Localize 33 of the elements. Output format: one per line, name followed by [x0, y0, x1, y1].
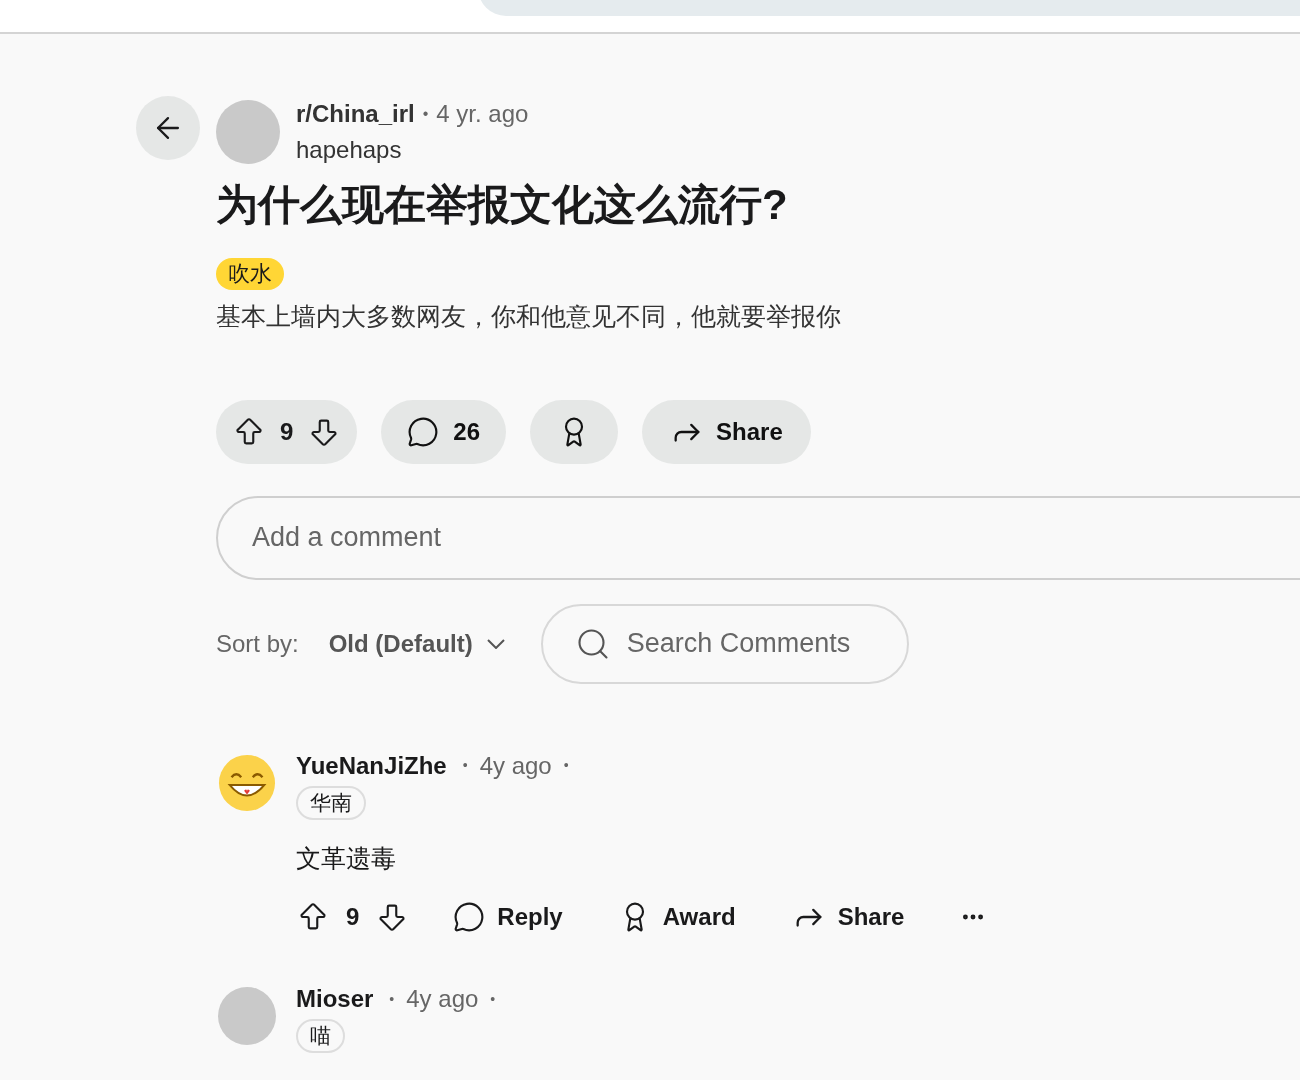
post-author[interactable]: hapehaps [296, 132, 529, 168]
smiley-avatar-icon [218, 753, 276, 812]
separator-dot: • [422, 104, 429, 124]
share-button[interactable]: Share [642, 399, 811, 464]
comment-time: 4y ago [479, 750, 552, 781]
speech-bubble-icon [407, 415, 440, 448]
comment-author[interactable]: Mioser [296, 981, 374, 1017]
award-button[interactable]: Award [618, 899, 736, 935]
vote-count: 9 [345, 902, 361, 932]
user-flair: 华南 [296, 785, 366, 820]
separator-dot: • [389, 989, 395, 1009]
post-flair[interactable]: 吹水 [216, 258, 284, 290]
chevron-down-icon [486, 638, 505, 649]
comments-button[interactable]: 26 [381, 399, 507, 464]
separator-dot: • [490, 989, 496, 1009]
separator-dot: • [563, 756, 569, 775]
share-button[interactable]: Share [791, 899, 905, 935]
post-title: 为什么现在举报文化这么流行? [216, 180, 789, 230]
separator-dot: • [462, 756, 468, 775]
post-time: 4 yr. ago [436, 99, 529, 129]
reply-button[interactable]: Reply [453, 899, 563, 935]
speech-bubble-icon [453, 901, 486, 933]
comment-author[interactable]: YueNanJiZhe [296, 747, 447, 784]
comment-time: 4y ago [406, 984, 479, 1014]
sort-label: Sort by: [216, 628, 299, 659]
subreddit-link[interactable]: r/China_irl [296, 96, 415, 132]
post-body: 基本上墙内大多数网友，你和他意见不同，他就要举报你 [216, 301, 842, 332]
search-comments-field[interactable]: Search Comments [540, 603, 909, 684]
user-flair: 喵 [296, 1019, 345, 1053]
vote-count: 9 [279, 416, 295, 447]
comment-body: 文革遗毒 [296, 842, 397, 874]
sort-dropdown[interactable]: Old (Default) [328, 625, 505, 662]
comment-input[interactable]: Add a comment [216, 495, 1300, 580]
